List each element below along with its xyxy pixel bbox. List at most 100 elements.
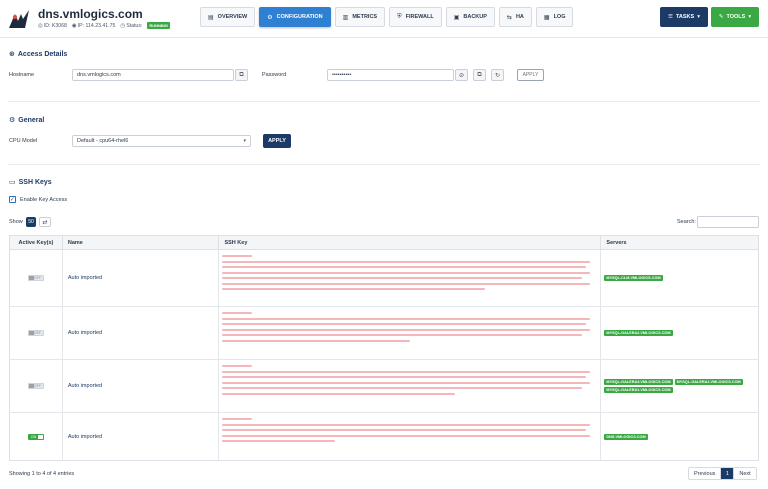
header: dns.vmlogics.com ◎ID: K3068 ◉IP: 114.23.… (0, 0, 768, 38)
gear-icon: ⚙ (9, 117, 16, 124)
col-ssh-key[interactable]: SSH Key (219, 236, 602, 249)
name-cell: Auto imported (63, 250, 220, 306)
active-toggle[interactable]: OFF (27, 275, 44, 281)
server-badge[interactable]: MYSQL-GALERA1.VMLOGICS.COM (604, 387, 673, 393)
lock-icon: ⊛ (9, 51, 15, 58)
divider (8, 101, 760, 102)
active-toggle[interactable]: OFF (27, 383, 44, 389)
list-icon: ☰ (668, 14, 673, 20)
logo-icon (9, 10, 29, 28)
regenerate-password-button[interactable]: ↻ (491, 69, 504, 81)
status-badge: RUNNING (147, 22, 171, 29)
copy-icon: ⧉ (239, 71, 244, 78)
previous-page-button[interactable]: Previous (689, 468, 722, 479)
active-cell: ON (10, 413, 63, 460)
tab-backup[interactable]: ▣ BACKUP (445, 7, 495, 27)
table-row: ON Auto imported DNS.VMLOGICS.COM (10, 413, 758, 460)
name-cell: Auto imported (63, 307, 220, 359)
cpu-model-label: CPU Model (9, 138, 38, 144)
active-cell: OFF (10, 250, 63, 306)
active-toggle[interactable]: OFF (27, 330, 44, 336)
chevron-down-icon: ▾ (243, 138, 246, 144)
tab-overview[interactable]: ▤ OVERVIEW (200, 7, 256, 27)
page: dns.vmlogics.com ◎ID: K3068 ◉IP: 114.23.… (0, 0, 768, 489)
status-info: ◷Status: (120, 22, 143, 29)
server-badge[interactable]: DNS.VMLOGICS.COM (604, 433, 648, 440)
copy-hostname-button[interactable]: ⧉ (235, 69, 248, 81)
ssh-keys-title: ▭ SSH Keys (9, 178, 52, 187)
table-info: Showing 1 to 4 of 4 entries (9, 471, 75, 477)
tab-bar: ▤ OVERVIEW ⚙ CONFIGURATION ▥ METRICS ⛨ FIREW… (200, 7, 574, 27)
ssh-key-redacted (219, 307, 602, 359)
show-label: Show (9, 219, 23, 225)
server-badge[interactable]: MYSQL-GALERA2.VMLOGICS.COM (604, 330, 673, 336)
server-meta: ◎ID: K3068 ◉IP: 114.23.41.75 ◷Status: RU… (38, 22, 171, 29)
refresh-table-button[interactable]: ⇄ (39, 217, 51, 227)
tools-button[interactable]: ✎ TOOLS ▾ (711, 7, 759, 27)
copy-icon: ⧉ (477, 71, 482, 78)
tasks-button[interactable]: ☰ TASKS ▾ (660, 7, 708, 27)
tab-configuration[interactable]: ⚙ CONFIGURATION (259, 7, 331, 27)
hostname-field[interactable]: dns.vmlogics.com (72, 69, 234, 81)
refresh-icon: ⇄ (42, 219, 48, 226)
divider (8, 164, 760, 165)
col-name[interactable]: Name (63, 236, 220, 249)
general-apply-button[interactable]: APPLY (263, 134, 291, 148)
tab-metrics[interactable]: ▥ METRICS (334, 7, 386, 27)
chart-icon: ▥ (342, 14, 349, 21)
copy-password-button[interactable]: ⧉ (473, 69, 486, 81)
active-toggle[interactable]: ON (27, 433, 44, 440)
password-label: Password (262, 72, 287, 78)
shield-icon: ⛨ (397, 13, 402, 20)
page-1-button[interactable]: 1 (721, 468, 735, 479)
search-label: Search: (677, 219, 696, 225)
ssh-key-redacted (219, 413, 602, 460)
table-row: OFF Auto imported MYSQL-GALERA2.VMLOGICS… (10, 307, 758, 360)
id-info: ◎ID: K3068 (38, 22, 67, 29)
page-size-select[interactable]: 50 (26, 217, 36, 227)
col-active-keys[interactable]: Active Key(s) (10, 236, 63, 249)
globe-icon: ◉ (71, 22, 77, 29)
pagination: Previous 1 Next (688, 467, 757, 480)
eye-slash-icon: ⊘ (458, 72, 465, 79)
tab-log[interactable]: ▦ LOG (535, 7, 574, 27)
server-badge[interactable]: MYSQL-CLM.VMLOGICS.COM (604, 275, 663, 281)
toggle-password-button[interactable]: ⊘ (455, 69, 468, 81)
tab-ha[interactable]: ⇆ HA (498, 7, 532, 27)
cpu-model-select[interactable]: Default - cpu64-rhel6 ▾ (72, 135, 251, 147)
gear-icon: ⚙ (267, 14, 273, 21)
enable-key-access-checkbox[interactable]: ✓ (9, 196, 16, 203)
servers-cell: MYSQL-GALERA2.VMLOGICS.COM (601, 307, 758, 359)
enable-key-access-label: Enable Key Access (20, 197, 68, 203)
server-badge[interactable]: MYSQL-GALERA3.VMLOGICS.COM (604, 379, 673, 385)
col-servers[interactable]: Servers (601, 236, 758, 249)
ha-icon: ⇆ (506, 14, 512, 21)
refresh-icon: ↻ (494, 72, 501, 79)
ssh-key-redacted (219, 360, 602, 412)
clock-icon: ◷ (120, 22, 126, 29)
password-field[interactable]: •••••••••• (327, 69, 454, 81)
search-input[interactable] (697, 216, 759, 228)
access-apply-button[interactable]: APPLY (517, 69, 544, 81)
general-title: ⚙ General (9, 116, 45, 125)
page-title: dns.vmlogics.com (38, 7, 143, 21)
caret-down-icon: ▾ (697, 14, 700, 20)
terminal-icon: ▭ (9, 179, 16, 186)
server-badge[interactable]: MYSQL-GALERA2.VMLOGICS.COM (674, 379, 743, 385)
next-page-button[interactable]: Next (734, 468, 755, 479)
ssh-key-redacted (219, 250, 602, 306)
table-row: OFF Auto imported MYSQL-CLM.VMLOGICS.COM (10, 250, 758, 307)
servers-cell: MYSQL-CLM.VMLOGICS.COM (601, 250, 758, 306)
document-icon: ▤ (208, 14, 214, 21)
access-details-title: ⊛ Access Details (9, 50, 68, 59)
tab-firewall[interactable]: ⛨ FIREWALL (389, 7, 442, 27)
table-row: OFF Auto imported MYSQL-GALERA3.VMLOGICS… (10, 360, 758, 413)
hostname-label: Hostname (9, 72, 35, 78)
wrench-icon: ✎ (718, 14, 724, 20)
active-cell: OFF (10, 360, 63, 412)
ip-info: ◉IP: 114.23.41.75 (71, 22, 116, 29)
caret-down-icon: ▾ (748, 14, 752, 20)
id-icon: ◎ (38, 22, 43, 29)
name-cell: Auto imported (63, 413, 220, 460)
table-header: Active Key(s) Name SSH Key Servers (10, 236, 758, 250)
